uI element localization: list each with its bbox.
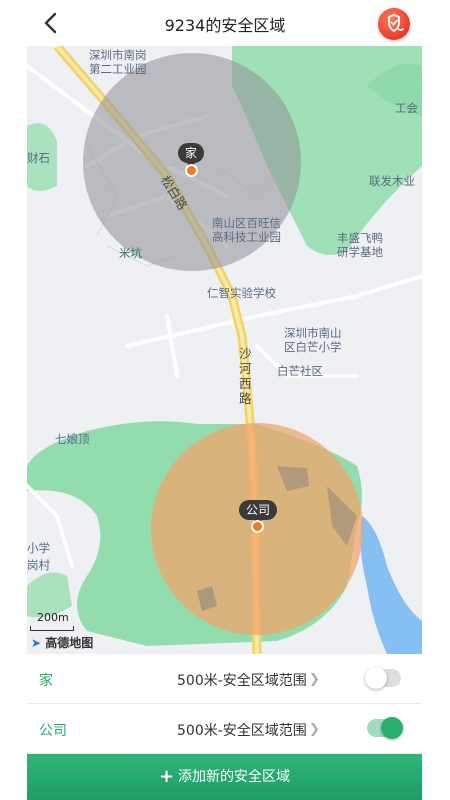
map-provider-logo: ➤ 高德地图 bbox=[31, 636, 94, 650]
plus-icon: + bbox=[158, 766, 175, 787]
home-marker-dot[interactable] bbox=[185, 164, 198, 177]
safe-zone-map[interactable]: 深圳市南岗 第二工业园 工会 财石 联发木业 南山区百旺信 高科技工业园 丰盛飞… bbox=[27, 46, 422, 654]
map-label: 深圳市南岗 第二工业园 bbox=[89, 48, 147, 76]
map-label: 小学 bbox=[27, 541, 50, 555]
add-safe-zone-button[interactable]: + 添加新的安全区域 bbox=[27, 754, 422, 800]
chevron-right-icon[interactable]: ❯ bbox=[309, 722, 320, 737]
map-scale: 200m bbox=[37, 611, 69, 624]
zone-row-home[interactable]: 家 500米-安全区域范围 ❯ bbox=[27, 654, 422, 704]
road-label: 沙河西路 bbox=[239, 346, 252, 406]
guard-shield-icon[interactable] bbox=[378, 8, 410, 40]
app-header: 9234的安全区域 bbox=[0, 0, 450, 46]
zone-toggle-company[interactable] bbox=[367, 717, 403, 739]
company-marker-label[interactable]: 公司 bbox=[239, 500, 278, 525]
zone-toggle-home[interactable] bbox=[365, 667, 401, 689]
map-label: 白芒社区 bbox=[277, 364, 323, 378]
map-label: 七娘顶 bbox=[55, 432, 90, 446]
map-label: 工会 bbox=[395, 101, 418, 115]
map-canvas bbox=[27, 46, 422, 654]
zone-range[interactable]: 500米-安全区域范围 bbox=[177, 670, 307, 690]
home-marker-label[interactable]: 家 bbox=[178, 143, 205, 168]
map-label: 丰盛飞鸭 研学基地 bbox=[337, 231, 383, 259]
zone-row-company[interactable]: 公司 500米-安全区域范围 ❯ bbox=[27, 704, 422, 754]
map-label: 南山区百旺信 高科技工业园 bbox=[212, 216, 281, 244]
map-label: 深圳市南山 区白芒小学 bbox=[284, 326, 342, 354]
map-scale-bar bbox=[30, 626, 74, 631]
zone-name: 公司 bbox=[39, 723, 67, 739]
map-label: 岗村 bbox=[27, 558, 50, 572]
map-label: 米坑 bbox=[119, 246, 142, 260]
chevron-right-icon[interactable]: ❯ bbox=[309, 672, 320, 687]
navigation-arrow-icon: ➤ bbox=[31, 636, 42, 650]
map-label: 仁智实验学校 bbox=[207, 286, 276, 300]
map-label: 财石 bbox=[27, 151, 50, 165]
map-label: 联发木业 bbox=[369, 174, 415, 188]
zone-range[interactable]: 500米-安全区域范围 bbox=[177, 720, 307, 740]
company-marker-dot[interactable] bbox=[251, 520, 264, 533]
zone-name: 家 bbox=[39, 673, 53, 689]
